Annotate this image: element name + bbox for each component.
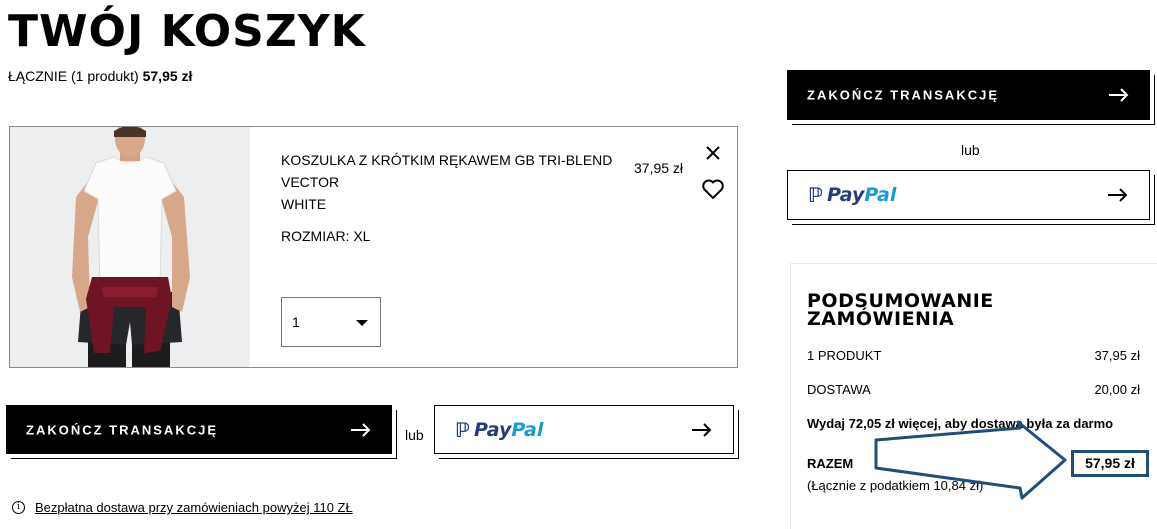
- info-icon: i: [12, 501, 25, 514]
- checkout-button-bottom[interactable]: ZAKOŃCZ TRANSAKCJĘ: [6, 405, 392, 454]
- order-summary: PODSUMOWANIE ZAMÓWIENIA 1 PRODUKT 37,95 …: [790, 263, 1157, 529]
- product-color: WHITE: [281, 196, 327, 212]
- paypal-p-icon: ℙ: [455, 417, 470, 442]
- paypal-logo: ℙ Pay Pal: [455, 417, 544, 442]
- summary-products-row: 1 PRODUKT 37,95 zł: [807, 348, 1140, 363]
- product-price: 37,95 zł: [634, 160, 684, 176]
- free-shipping-note: i Bezpłatna dostawa przy zamówieniach po…: [12, 500, 353, 515]
- summary-delivery-label: DOSTAWA: [807, 382, 871, 397]
- product-size: ROZMIAR: XL: [281, 228, 371, 244]
- summary-title: PODSUMOWANIE ZAMÓWIENIA: [807, 290, 994, 330]
- chevron-down-icon: [356, 320, 368, 326]
- arrow-right-icon: [1108, 188, 1128, 202]
- page-title: TWÓJ KOSZYK: [8, 6, 366, 57]
- summary-delivery-row: DOSTAWA 20,00 zł: [807, 382, 1140, 397]
- product-image[interactable]: [10, 127, 250, 367]
- quantity-value: 1: [292, 314, 300, 330]
- cart-total-line: ŁĄCZNIE (1 produkt) 57,95 zł: [8, 68, 192, 84]
- summary-products-value: 37,95 zł: [1094, 348, 1140, 363]
- or-label: lub: [405, 427, 424, 443]
- summary-total-value: 57,95 zł: [1071, 450, 1149, 477]
- or-label: lub: [961, 142, 980, 158]
- summary-total-label: RAZEM: [807, 456, 854, 471]
- cart-total-prefix: ŁĄCZNIE (1 produkt): [8, 68, 139, 84]
- arrow-right-icon: [692, 422, 712, 437]
- checkout-button-top[interactable]: ZAKOŃCZ TRANSAKCJĘ: [787, 70, 1150, 120]
- product-name[interactable]: KOSZULKA Z KRÓTKIM RĘKAWEM GB TRI-BLEND …: [281, 149, 631, 193]
- paypal-logo: ℙ Pay Pal: [808, 183, 897, 207]
- summary-products-label: 1 PRODUKT: [807, 348, 882, 363]
- close-icon: [706, 146, 720, 160]
- free-delivery-promo: Wydaj 72,05 zł więcej, aby dostawa była …: [807, 416, 1114, 431]
- arrow-right-icon: [1109, 88, 1129, 102]
- paypal-button-bottom[interactable]: ℙ Pay Pal: [434, 405, 734, 454]
- heart-icon: [702, 179, 724, 199]
- checkout-button-label: ZAKOŃCZ TRANSAKCJĘ: [807, 87, 999, 103]
- paypal-p-icon: ℙ: [808, 183, 823, 207]
- checkout-button-label: ZAKOŃCZ TRANSAKCJĘ: [26, 422, 218, 437]
- free-shipping-link[interactable]: Bezpłatna dostawa przy zamówieniach powy…: [35, 500, 353, 515]
- arrow-right-icon: [351, 422, 371, 437]
- summary-tax-note: (Łącznie z podatkiem 10,84 zł): [807, 478, 984, 493]
- quantity-select[interactable]: 1: [281, 297, 381, 347]
- wishlist-button[interactable]: [701, 178, 725, 200]
- cart-item: KOSZULKA Z KRÓTKIM RĘKAWEM GB TRI-BLEND …: [9, 126, 738, 368]
- paypal-button-top[interactable]: ℙ Pay Pal: [787, 170, 1150, 220]
- remove-item-button[interactable]: [702, 142, 724, 164]
- cart-total-value: 57,95 zł: [142, 68, 193, 84]
- summary-delivery-value: 20,00 zł: [1094, 382, 1140, 397]
